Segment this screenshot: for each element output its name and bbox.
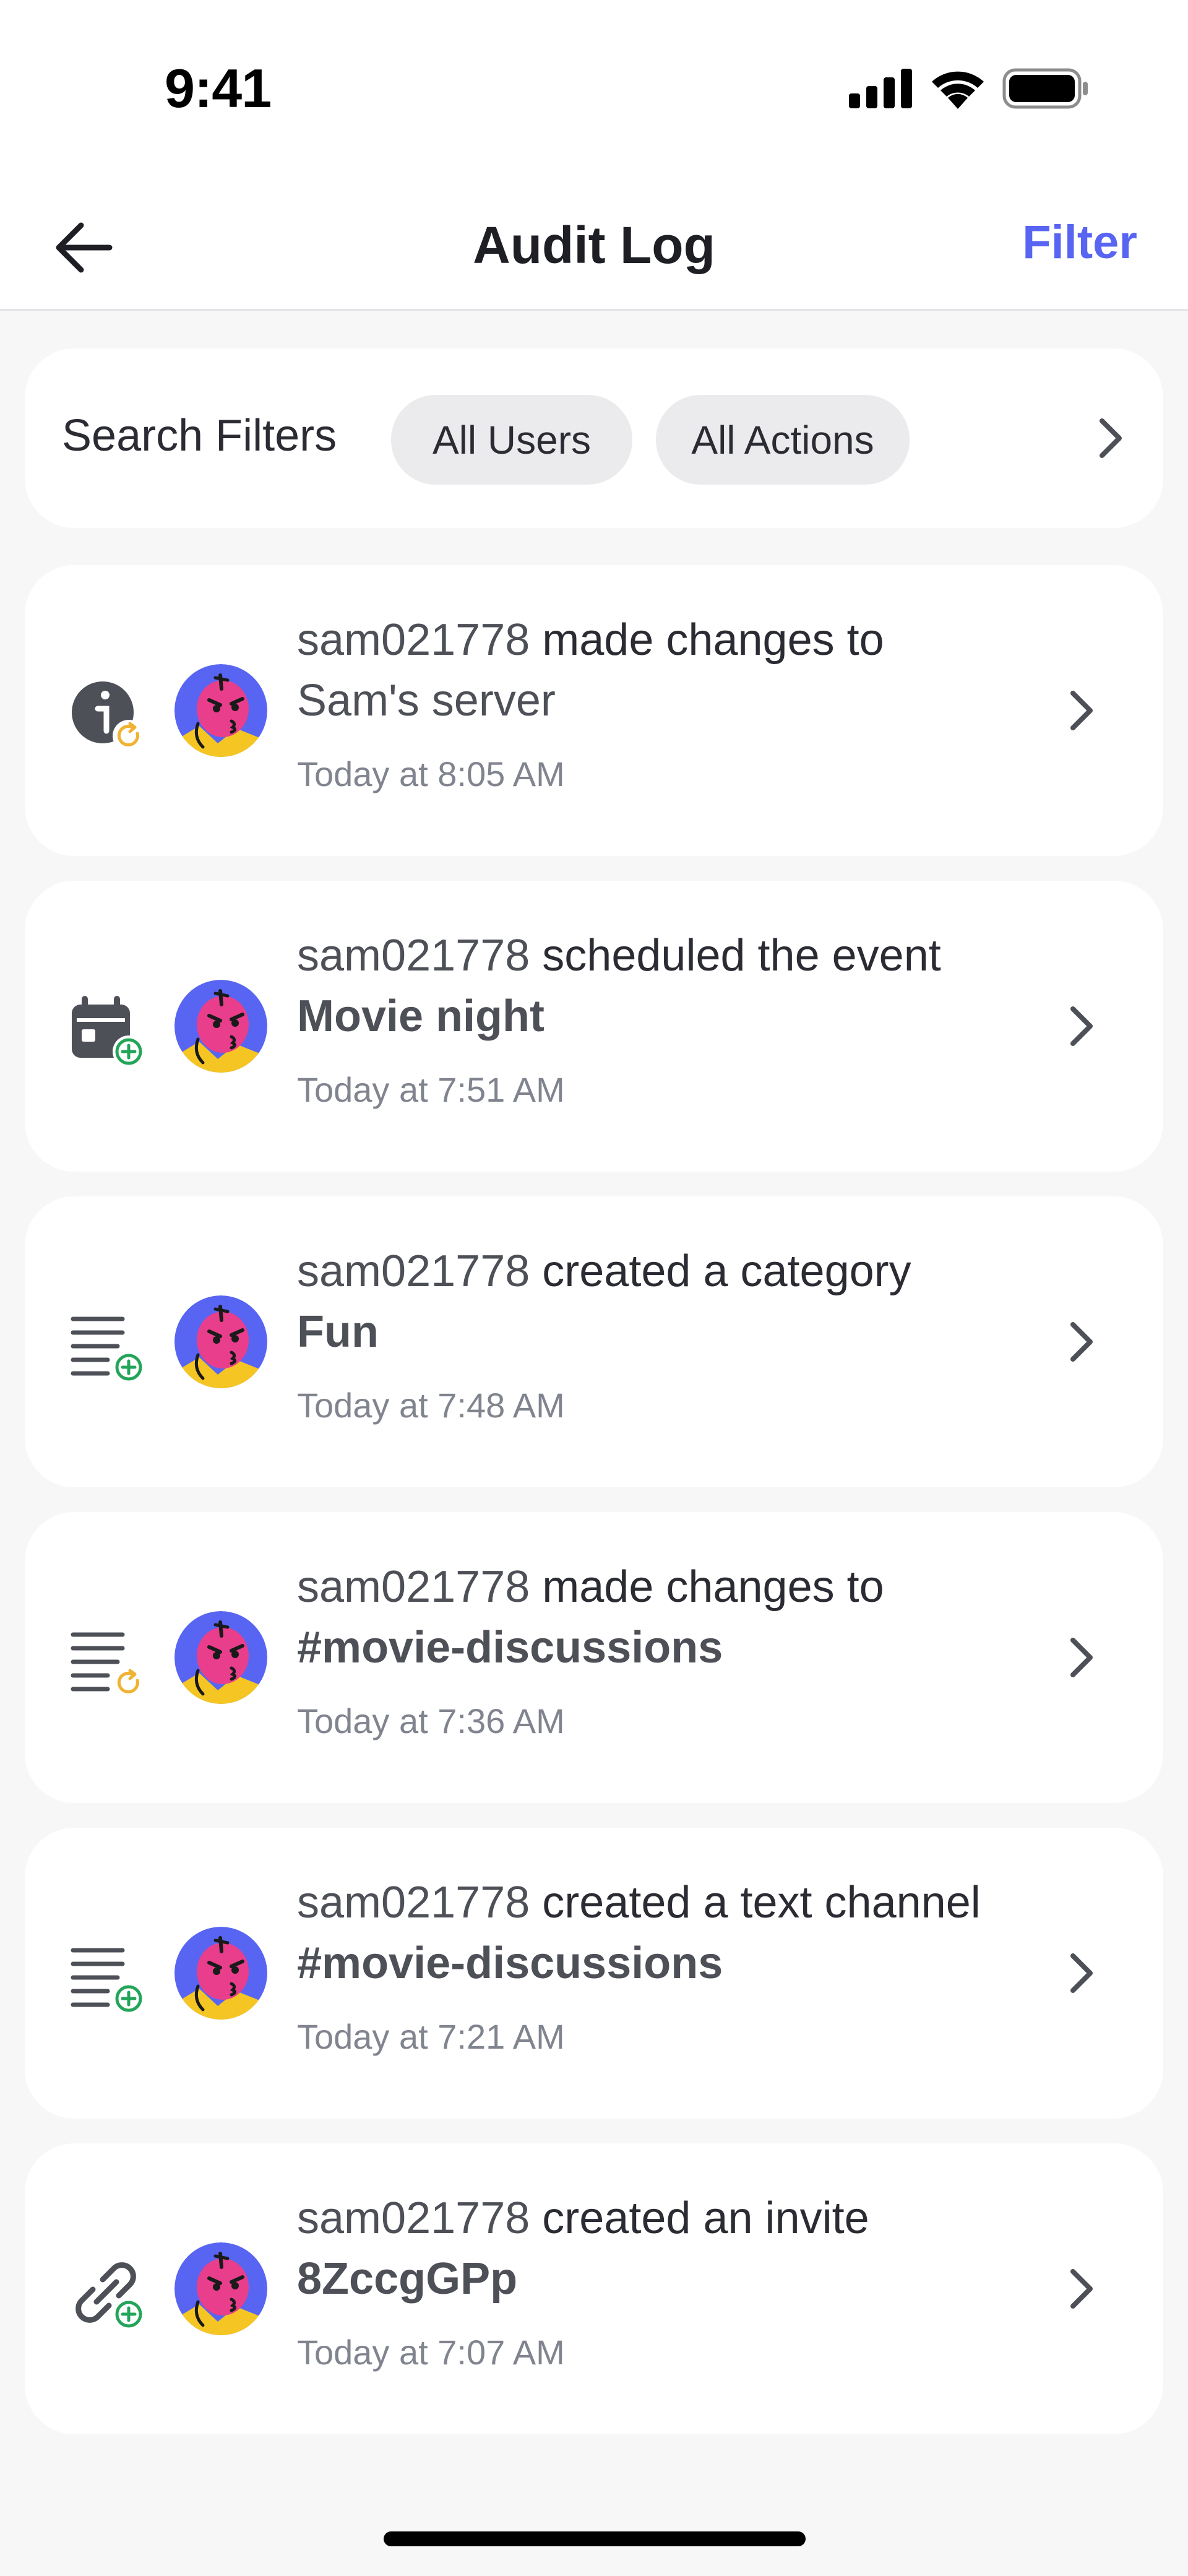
entry-username: sam021778 (297, 1878, 530, 1927)
nav-bar: Audit Log Filter (0, 179, 1188, 311)
status-bar: 9:41 (0, 0, 1188, 179)
filters-more-button[interactable] (1083, 410, 1138, 466)
entry-target: #movie-discussions (297, 1938, 723, 1988)
entry-timestamp: Today at 7:36 AM (297, 1701, 565, 1740)
filter-button[interactable]: Filter (1022, 215, 1137, 269)
chevron-right-icon (1070, 1953, 1093, 1993)
avatar (174, 1611, 267, 1704)
search-filters-label: Search Filters (62, 411, 337, 460)
entry-target: Sam's server (297, 676, 556, 725)
chevron-right-icon (1070, 691, 1093, 730)
entry-description: sam021778 created a category Fun (297, 1241, 1015, 1362)
entry-timestamp: Today at 7:07 AM (297, 2333, 565, 2372)
wifi-icon (932, 71, 984, 109)
entry-description: sam021778 made changes to #movie-discussi… (297, 1557, 1015, 1678)
audit-log-entry-4[interactable]: sam021778 made changes to #movie-discussi… (25, 1512, 1163, 1803)
entry-description: sam021778 created a text channel #movie-d… (297, 1872, 1015, 1994)
entry-open-button[interactable] (1057, 1630, 1106, 1685)
entry-username: sam021778 (297, 615, 530, 665)
entry-target: Movie night (297, 992, 544, 1041)
avatar (174, 980, 267, 1073)
chevron-right-icon (1070, 2269, 1093, 2309)
status-time: 9:41 (165, 58, 272, 119)
category-create-icon (68, 1305, 148, 1386)
entry-action: created a category (530, 1247, 911, 1296)
entry-action: created a text channel (530, 1878, 981, 1927)
avatar (174, 664, 267, 757)
invite-create-icon (68, 2252, 148, 2333)
avatar (174, 1295, 267, 1388)
chevron-right-icon (1070, 1322, 1093, 1362)
battery-icon (1002, 68, 1088, 109)
entry-open-button[interactable] (1057, 998, 1106, 1054)
home-indicator (384, 2531, 806, 2546)
channel-create-icon (68, 1937, 148, 2017)
audit-log-entry-5[interactable]: sam021778 created a text channel #movie-d… (25, 1828, 1163, 2119)
entry-target: Fun (297, 1307, 379, 1357)
chevron-right-icon (1100, 418, 1122, 458)
all-actions-chip[interactable]: All Actions (656, 395, 910, 485)
entry-action: made changes to (530, 1562, 884, 1612)
entry-open-button[interactable] (1057, 1314, 1106, 1370)
audit-log-entry-2[interactable]: sam021778 scheduled the event Movie night… (25, 881, 1163, 1172)
chevron-right-icon (1070, 1006, 1093, 1046)
entry-timestamp: Today at 7:51 AM (297, 1070, 565, 1109)
entry-timestamp: Today at 8:05 AM (297, 754, 565, 793)
entry-open-button[interactable] (1057, 2261, 1106, 2317)
entry-timestamp: Today at 7:21 AM (297, 2017, 565, 2056)
entry-username: sam021778 (297, 1247, 530, 1296)
audit-log-entry-1[interactable]: sam021778 made changes to Sam's server To… (25, 565, 1163, 856)
audit-log-entry-3[interactable]: sam021778 created a category Fun Today at… (25, 1196, 1163, 1487)
entry-description: sam021778 made changes to Sam's server (297, 610, 1015, 731)
entry-timestamp: Today at 7:48 AM (297, 1386, 565, 1425)
entry-description: sam021778 created an invite 8ZccgGPp (297, 2188, 1015, 2309)
avatar (174, 2242, 267, 2335)
audit-log-entry-6[interactable]: sam021778 created an invite 8ZccgGPp Toda… (25, 2143, 1163, 2434)
server-update-icon (68, 674, 148, 754)
entry-open-button[interactable] (1057, 683, 1106, 738)
entry-action: created an invite (530, 2193, 869, 2243)
search-filters-bar: Search Filters All Users All Actions (25, 348, 1163, 528)
entry-description: sam021778 scheduled the event Movie night (297, 925, 1015, 1047)
entry-open-button[interactable] (1057, 1945, 1106, 2001)
avatar (174, 1927, 267, 2020)
entry-action: scheduled the event (530, 931, 941, 980)
chevron-right-icon (1070, 1638, 1093, 1677)
entry-username: sam021778 (297, 2193, 530, 2243)
channel-update-icon (68, 1621, 148, 1701)
entry-action: made changes to (530, 615, 884, 665)
event-create-icon (68, 990, 148, 1070)
entry-username: sam021778 (297, 1562, 530, 1612)
entry-target: 8ZccgGPp (297, 2254, 518, 2304)
page-title: Audit Log (473, 216, 715, 274)
status-icons (849, 67, 1089, 110)
all-users-chip[interactable]: All Users (391, 395, 632, 485)
entry-target: #movie-discussions (297, 1623, 723, 1672)
cellular-signal-icon (849, 69, 912, 108)
entry-username: sam021778 (297, 931, 530, 980)
